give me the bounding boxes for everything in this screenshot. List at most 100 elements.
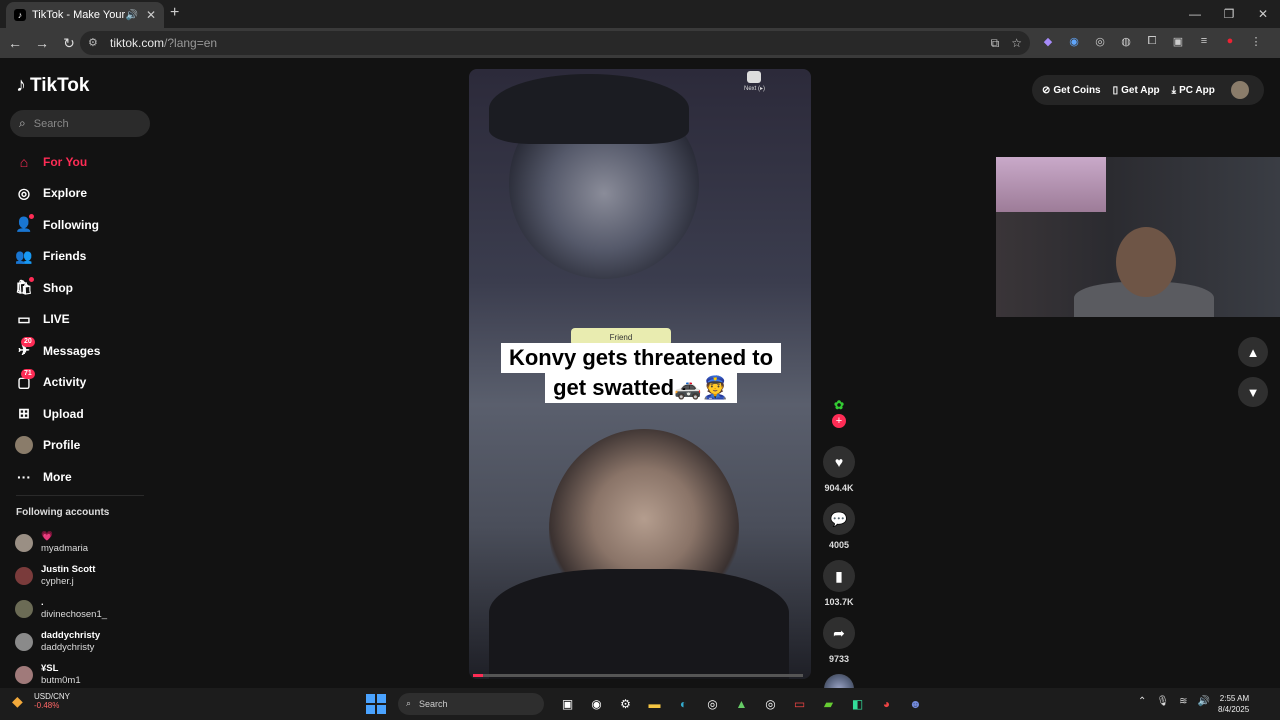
following-account[interactable]: daddychristy daddychristy: [15, 625, 107, 658]
forward-button[interactable]: →: [30, 31, 54, 55]
save-button[interactable]: ▮: [823, 560, 855, 592]
extension-icon[interactable]: ◉: [1066, 33, 1082, 49]
action-bar: ✿ + ♥ 904.4K 💬 4005 ▮ 103.7K ➦ 9733: [821, 398, 857, 704]
extension-icon[interactable]: ◍: [1118, 33, 1134, 49]
account-username: cypher.j: [41, 575, 74, 587]
heart-icon: ♥: [834, 454, 844, 470]
video-player[interactable]: Next (▸) Friend Konvy gets threatened to…: [469, 69, 811, 679]
avatar: [15, 533, 33, 552]
restore-button[interactable]: ❐: [1212, 0, 1246, 28]
app-icon[interactable]: ▭: [788, 692, 811, 715]
sidebar-item-explore[interactable]: ◎ Explore: [14, 178, 154, 210]
sidebar-item-more[interactable]: ··· More: [14, 461, 154, 493]
follow-button[interactable]: +: [832, 414, 846, 428]
chevron-down-icon: ▼: [1246, 384, 1260, 400]
app-icon[interactable]: ◉: [585, 692, 608, 715]
volume-icon[interactable]: 🔊: [1197, 696, 1209, 707]
browser-tab[interactable]: ♪ TikTok - Make Your Day 🔊 ✕: [6, 2, 164, 28]
sidebar-item-label: More: [43, 469, 72, 484]
sidebar-item-activity[interactable]: ▢ 71 Activity: [14, 367, 154, 399]
sidebar-item-upload[interactable]: ⊞ Upload: [14, 398, 154, 430]
close-window-button[interactable]: ✕: [1246, 0, 1280, 28]
share-count: 9733: [828, 654, 850, 664]
sidebar-item-following[interactable]: 👤 Following: [14, 209, 154, 241]
new-tab-button[interactable]: +: [170, 4, 179, 22]
site-info-icon[interactable]: ⚙: [88, 36, 102, 50]
chevron-up-icon[interactable]: ⌃: [1138, 696, 1146, 707]
avatar[interactable]: [1230, 81, 1249, 99]
search-placeholder: Search: [33, 117, 69, 130]
search-input[interactable]: ⌕ Search: [10, 110, 150, 137]
pc-app-button[interactable]: ⤓ PC App: [1172, 85, 1215, 96]
clock[interactable]: 2:55 AM 8/4/2025: [1218, 693, 1249, 715]
friends-icon: 👥: [15, 247, 33, 264]
sidebar-item-live[interactable]: ▭ LIVE: [14, 304, 154, 336]
sidebar-item-profile[interactable]: Profile: [14, 430, 154, 462]
video-progress-bar[interactable]: [473, 674, 803, 677]
install-app-icon[interactable]: ⧉: [991, 36, 1000, 51]
previous-video-button[interactable]: ▲: [1238, 337, 1268, 367]
webcam-overlay: [996, 157, 1280, 317]
sidebar-item-shop[interactable]: 🛍 Shop: [14, 272, 154, 304]
comment-button[interactable]: 💬: [823, 503, 855, 535]
wifi-icon[interactable]: ≋: [1179, 696, 1187, 707]
caption-line: Konvy gets threatened to: [500, 343, 782, 373]
sidebar-item-label: Shop: [43, 280, 73, 295]
activity-badge: 71: [21, 368, 35, 379]
sidebar-divider: [16, 495, 144, 496]
speaker-icon[interactable]: 🔊: [125, 10, 137, 21]
app-icon[interactable]: ▰: [817, 692, 840, 715]
account-username: divinechosen1_: [41, 608, 108, 620]
creator-avatar[interactable]: ✿: [825, 398, 853, 412]
side-panel-icon[interactable]: ▣: [1170, 33, 1186, 49]
sidebar-item-messages[interactable]: ✈ 20 Messages: [14, 335, 154, 367]
tiktok-logo[interactable]: ♪ TikTok: [16, 74, 89, 97]
task-view-icon[interactable]: ▣: [556, 692, 579, 715]
profile-icon[interactable]: ●: [1222, 33, 1238, 49]
sidebar-item-friends[interactable]: 👥 Friends: [14, 241, 154, 273]
following-account[interactable]: ¥SL butm0m1: [15, 658, 107, 691]
taskbar-search[interactable]: ⌕ Search: [398, 692, 544, 715]
minimize-button[interactable]: —: [1178, 0, 1212, 28]
get-coins-button[interactable]: ⊘ Get Coins: [1042, 85, 1101, 96]
file-explorer-icon[interactable]: ▬: [643, 692, 666, 715]
back-button[interactable]: ←: [3, 31, 27, 55]
app-icon[interactable]: ◎: [759, 692, 782, 715]
following-account[interactable]: . divinechosen1_: [15, 592, 107, 625]
video-cap-shape: [489, 74, 689, 144]
sidebar-item-label: Profile: [43, 438, 81, 453]
window-controls: — ❐ ✕: [1178, 0, 1280, 28]
windows-start-icon[interactable]: [366, 693, 386, 714]
chrome-icon[interactable]: ◕: [875, 692, 898, 715]
share-button[interactable]: ➦: [823, 617, 855, 649]
get-app-button[interactable]: ▯ Get App: [1113, 85, 1160, 96]
menu-icon[interactable]: ⋮: [1248, 33, 1264, 49]
more-icon: ···: [17, 468, 31, 485]
next-tag: Next (▸): [744, 71, 765, 92]
like-button[interactable]: ♥: [823, 446, 855, 478]
following-account[interactable]: 💗 myadmaria: [15, 526, 107, 559]
following-account[interactable]: Justin Scott cypher.j: [15, 559, 107, 592]
app-icon[interactable]: ◧: [846, 692, 869, 715]
puzzle-icon[interactable]: ⧠: [1144, 33, 1160, 49]
settings-icon[interactable]: ⚙: [614, 692, 637, 715]
address-bar[interactable]: ⚙ tiktok.com /?lang=en ⧉ ☆: [80, 31, 1030, 55]
reload-button[interactable]: ↻: [57, 31, 81, 55]
stock-widget[interactable]: ◆ USD/CNY -0.48%: [12, 692, 70, 710]
app-icon[interactable]: ▲: [730, 692, 753, 715]
extension-icon[interactable]: ◆: [1040, 33, 1056, 49]
edge-icon[interactable]: ◐: [672, 692, 695, 715]
close-icon[interactable]: ✕: [146, 8, 156, 22]
discord-icon[interactable]: ☻: [904, 692, 927, 715]
next-video-button[interactable]: ▼: [1238, 377, 1268, 407]
following-accounts-title: Following accounts: [16, 507, 110, 518]
microphone-icon[interactable]: 🎙: [1156, 696, 1169, 707]
following-accounts-list: 💗 myadmaria Justin Scott cypher.j . divinec…: [15, 526, 107, 691]
sidebar-item-for-you[interactable]: ⌂ For You: [14, 146, 154, 178]
media-controls-icon[interactable]: ≡: [1196, 33, 1212, 49]
date: 8/4/2025: [1218, 705, 1250, 714]
steam-icon[interactable]: ◎: [701, 692, 724, 715]
bookmark-star-icon[interactable]: ☆: [1011, 36, 1022, 51]
phone-icon: ▯: [1112, 84, 1119, 96]
extension-icon[interactable]: ◎: [1092, 33, 1108, 49]
